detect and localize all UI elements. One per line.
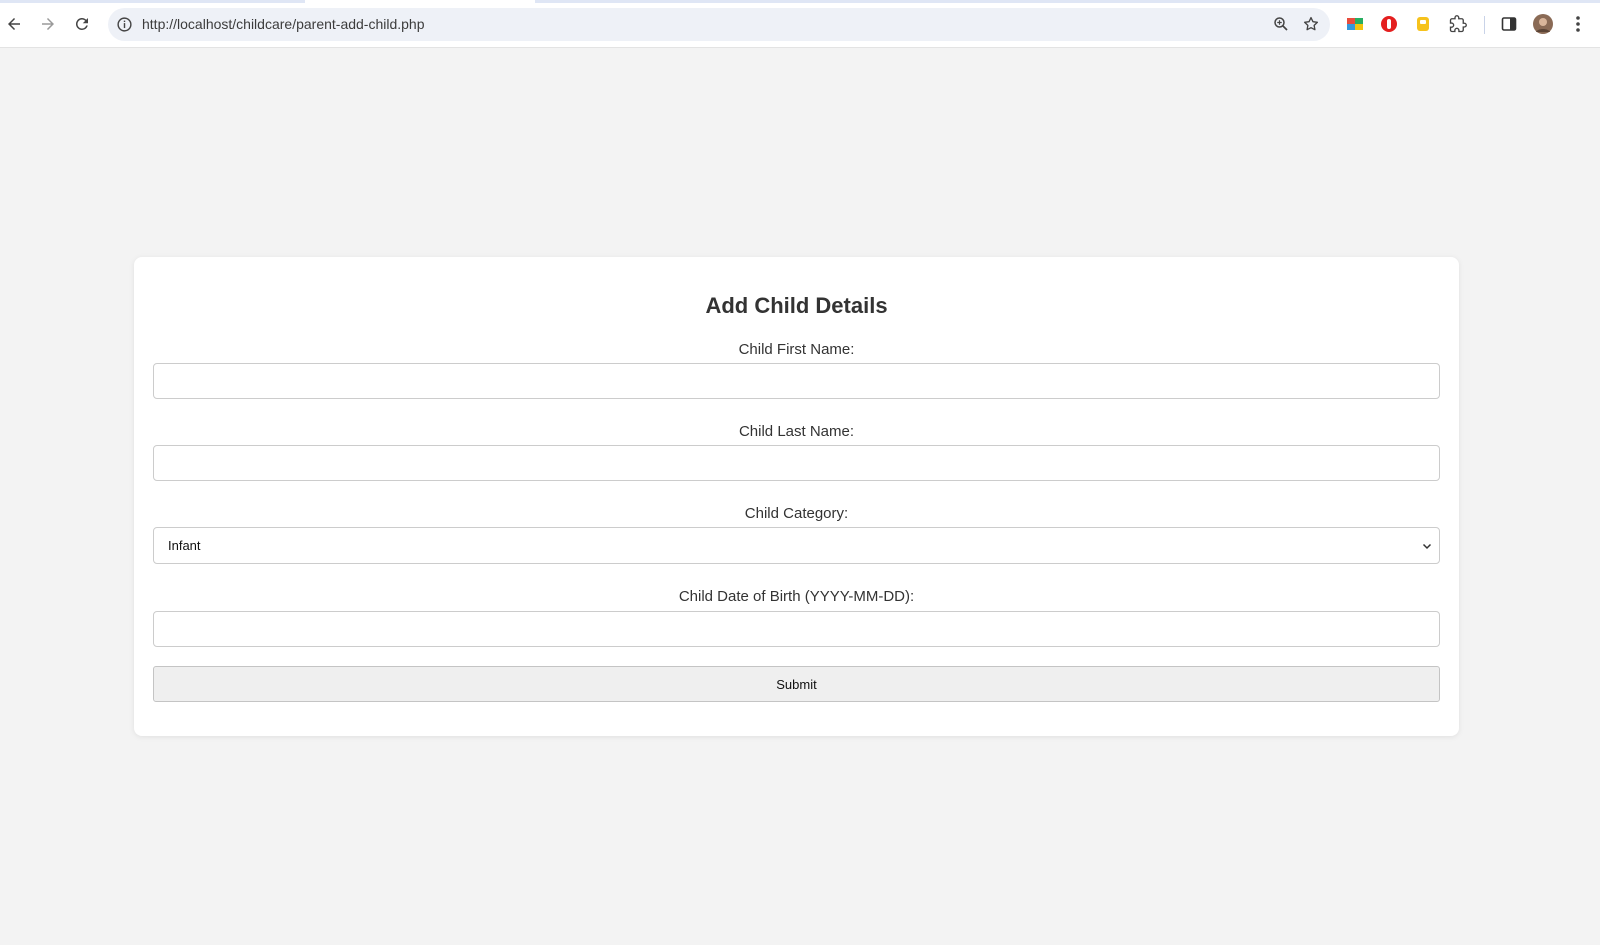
submit-button[interactable]: Submit — [153, 666, 1440, 702]
extension-yellow-icon[interactable] — [1413, 14, 1433, 34]
avatar[interactable] — [1533, 14, 1553, 34]
first-name-input[interactable] — [153, 363, 1440, 399]
add-child-form: Add Child Details Child First Name: Chil… — [134, 257, 1459, 736]
browser-toolbar: http://localhost/childcare/parent-add-ch… — [0, 0, 1600, 48]
side-panel-icon[interactable] — [1499, 14, 1519, 34]
category-selected-value: Infant — [168, 538, 201, 553]
category-select[interactable]: Infant — [153, 527, 1440, 564]
chevron-down-icon — [1422, 543, 1432, 550]
puzzle-icon[interactable] — [1448, 14, 1468, 34]
last-name-input[interactable] — [153, 445, 1440, 481]
site-info-icon[interactable] — [116, 16, 133, 33]
kebab-menu-icon[interactable] — [1568, 14, 1588, 34]
bookmark-star-icon[interactable] — [1302, 15, 1320, 33]
dob-input[interactable] — [153, 611, 1440, 647]
reload-icon[interactable] — [70, 12, 94, 36]
address-bar[interactable]: http://localhost/childcare/parent-add-ch… — [108, 8, 1330, 41]
first-name-label: Child First Name: — [738, 341, 855, 358]
url-text[interactable]: http://localhost/childcare/parent-add-ch… — [142, 16, 425, 32]
toolbar-divider — [1484, 16, 1485, 34]
dob-label: Child Date of Birth (YYYY-MM-DD): — [678, 588, 915, 605]
category-label: Child Category: — [744, 505, 849, 522]
back-arrow-icon[interactable] — [2, 12, 26, 36]
zoom-icon[interactable] — [1272, 15, 1290, 33]
form-title: Add Child Details — [705, 293, 888, 318]
extension-color-icon[interactable] — [1345, 14, 1365, 34]
extension-red-icon[interactable] — [1379, 14, 1399, 34]
tab-strip — [0, 0, 1600, 3]
last-name-label: Child Last Name: — [738, 423, 855, 440]
forward-arrow-icon[interactable] — [36, 12, 60, 36]
